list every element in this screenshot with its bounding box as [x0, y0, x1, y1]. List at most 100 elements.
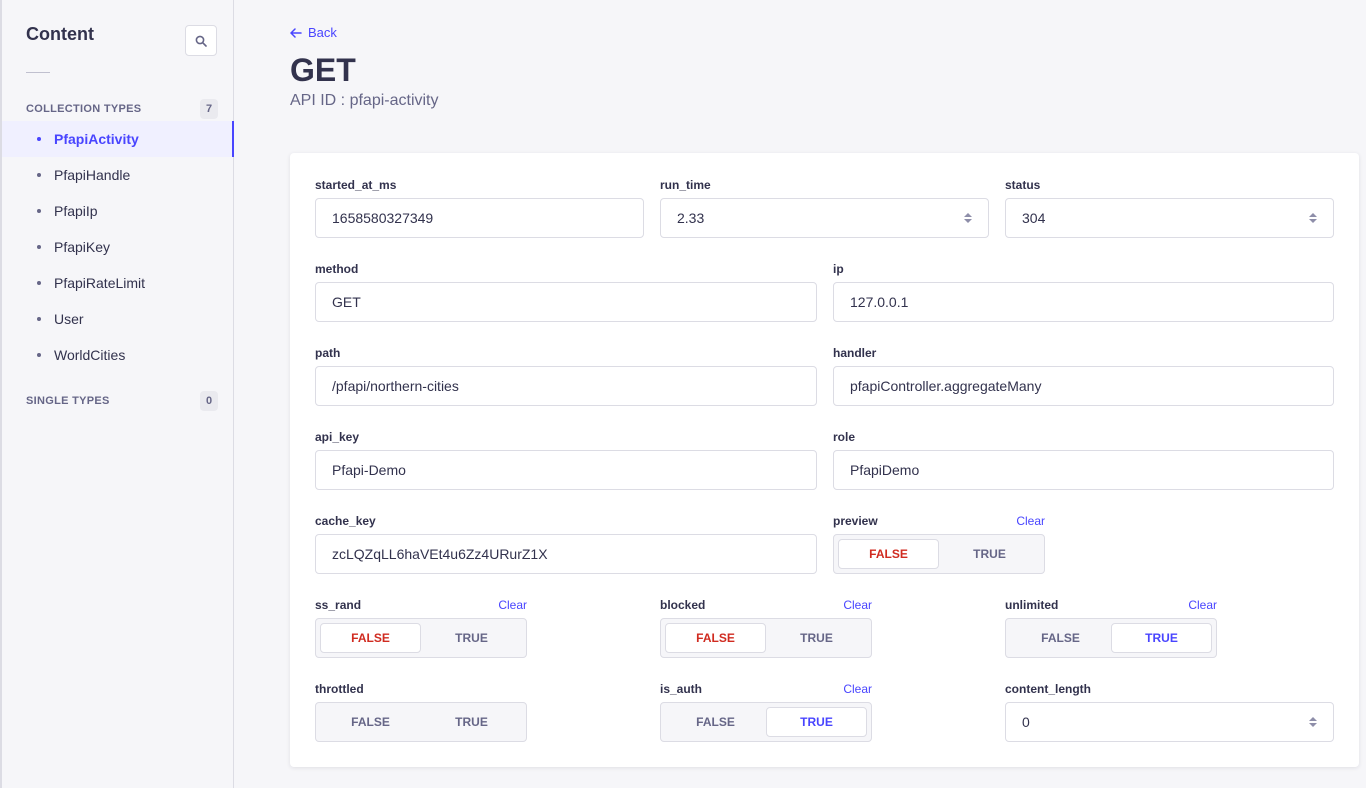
cache-key-input[interactable]: zcLQZqLL6haVEt4u6Zz4URurZ1X	[315, 534, 817, 574]
search-icon	[195, 35, 207, 47]
bullet-icon	[37, 137, 41, 141]
path-input[interactable]: /pfapi/northern-cities	[315, 366, 817, 406]
field-label: method	[315, 262, 359, 276]
field-label: throttled	[315, 682, 364, 696]
sidebar-item-label: PfapiHandle	[54, 167, 131, 183]
field-label: run_time	[660, 178, 711, 192]
single-types-header: SINGLE TYPES 0	[26, 391, 218, 411]
field-is-auth: is_auth Clear FALSE TRUE	[660, 681, 872, 742]
sidebar-divider	[26, 72, 50, 73]
field-handler: handler pfapiController.aggregateMany	[833, 345, 1334, 406]
field-label: blocked Clear	[660, 598, 872, 612]
field-label: role	[833, 430, 856, 444]
status-input[interactable]: 304	[1005, 198, 1334, 238]
throttled-true-option[interactable]: TRUE	[421, 707, 522, 737]
field-label: ip	[833, 262, 844, 276]
page-title: GET	[290, 52, 356, 88]
sidebar-item-pfapi-ip[interactable]: PfapiIp	[2, 193, 234, 229]
throttled-false-option[interactable]: FALSE	[320, 707, 421, 737]
content-length-input[interactable]: 0	[1005, 702, 1334, 742]
bullet-icon	[37, 173, 41, 177]
blocked-false-option[interactable]: FALSE	[665, 623, 766, 653]
sidebar-item-label: WorldCities	[54, 347, 126, 363]
single-types-label: SINGLE TYPES	[26, 395, 110, 407]
method-input[interactable]: GET	[315, 282, 817, 322]
field-label: path	[315, 346, 341, 360]
sidebar-search-button[interactable]	[185, 25, 217, 56]
is-auth-toggle: FALSE TRUE	[660, 702, 872, 742]
ss-rand-toggle: FALSE TRUE	[315, 618, 527, 658]
sidebar-item-label: PfapiActivity	[54, 131, 139, 147]
edit-form-card: started_at_ms 1658580327349 run_time 2.3…	[290, 153, 1359, 767]
field-label: handler	[833, 346, 877, 360]
field-label: api_key	[315, 430, 360, 444]
blocked-true-option[interactable]: TRUE	[766, 623, 867, 653]
field-method: method GET	[315, 261, 817, 322]
field-started-at-ms: started_at_ms 1658580327349	[315, 177, 644, 238]
ss-rand-false-option[interactable]: FALSE	[320, 623, 421, 653]
sidebar-item-pfapi-key[interactable]: PfapiKey	[2, 229, 234, 265]
field-path: path /pfapi/northern-cities	[315, 345, 817, 406]
back-label: Back	[308, 25, 337, 40]
field-label: unlimited Clear	[1005, 598, 1217, 612]
ss-rand-true-option[interactable]: TRUE	[421, 623, 522, 653]
handler-input[interactable]: pfapiController.aggregateMany	[833, 366, 1334, 406]
collection-types-count: 7	[200, 99, 218, 119]
collection-types-label: COLLECTION TYPES	[26, 103, 142, 115]
sidebar-item-user[interactable]: User	[2, 301, 234, 337]
blocked-clear-button[interactable]: Clear	[843, 598, 872, 612]
stepper-icon[interactable]	[964, 213, 972, 223]
is-auth-clear-button[interactable]: Clear	[843, 682, 872, 696]
collection-types-header: COLLECTION TYPES 7	[26, 99, 218, 119]
single-types-count: 0	[200, 391, 218, 411]
field-run-time: run_time 2.33	[660, 177, 989, 238]
sidebar-item-label: PfapiIp	[54, 203, 98, 219]
bullet-icon	[37, 353, 41, 357]
sidebar-title: Content	[26, 24, 94, 44]
sidebar-item-pfapi-activity[interactable]: PfapiActivity	[2, 121, 234, 157]
field-label: preview Clear	[833, 514, 1045, 528]
blocked-toggle: FALSE TRUE	[660, 618, 872, 658]
field-content-length: content_length 0	[1005, 681, 1334, 742]
preview-clear-button[interactable]: Clear	[1016, 514, 1045, 528]
sidebar-item-pfapi-handle[interactable]: PfapiHandle	[2, 157, 234, 193]
unlimited-toggle: FALSE TRUE	[1005, 618, 1217, 658]
throttled-toggle: FALSE TRUE	[315, 702, 527, 742]
role-input[interactable]: PfapiDemo	[833, 450, 1334, 490]
field-unlimited: unlimited Clear FALSE TRUE	[1005, 597, 1217, 658]
unlimited-true-option[interactable]: TRUE	[1111, 623, 1212, 653]
run-time-input[interactable]: 2.33	[660, 198, 989, 238]
field-ip: ip 127.0.0.1	[833, 261, 1334, 322]
back-link[interactable]: Back	[290, 25, 337, 40]
bullet-icon	[37, 209, 41, 213]
field-cache-key: cache_key zcLQZqLL6haVEt4u6Zz4URurZ1X	[315, 513, 817, 574]
api-key-input[interactable]: Pfapi-Demo	[315, 450, 817, 490]
content-sidebar: Content COLLECTION TYPES 7 PfapiActivity…	[0, 0, 234, 788]
field-label: cache_key	[315, 514, 376, 528]
stepper-icon[interactable]	[1309, 213, 1317, 223]
unlimited-clear-button[interactable]: Clear	[1188, 598, 1217, 612]
bullet-icon	[37, 281, 41, 285]
unlimited-false-option[interactable]: FALSE	[1010, 623, 1111, 653]
field-role: role PfapiDemo	[833, 429, 1334, 490]
field-label: started_at_ms	[315, 178, 397, 192]
field-ss-rand: ss_rand Clear FALSE TRUE	[315, 597, 527, 658]
field-api-key: api_key Pfapi-Demo	[315, 429, 817, 490]
stepper-icon[interactable]	[1309, 717, 1317, 727]
is-auth-true-option[interactable]: TRUE	[766, 707, 867, 737]
field-throttled: throttled FALSE TRUE	[315, 681, 527, 742]
ss-rand-clear-button[interactable]: Clear	[498, 598, 527, 612]
ip-input[interactable]: 127.0.0.1	[833, 282, 1334, 322]
field-label: status	[1005, 178, 1041, 192]
field-preview: preview Clear FALSE TRUE	[833, 513, 1045, 574]
field-status: status 304	[1005, 177, 1334, 238]
field-label: ss_rand Clear	[315, 598, 527, 612]
sidebar-item-pfapi-rate-limit[interactable]: PfapiRateLimit	[2, 265, 234, 301]
sidebar-item-label: PfapiKey	[54, 239, 111, 255]
sidebar-item-world-cities[interactable]: WorldCities	[2, 337, 234, 373]
preview-true-option[interactable]: TRUE	[939, 539, 1040, 569]
bullet-icon	[37, 245, 41, 249]
is-auth-false-option[interactable]: FALSE	[665, 707, 766, 737]
preview-false-option[interactable]: FALSE	[838, 539, 939, 569]
started-at-ms-input[interactable]: 1658580327349	[315, 198, 644, 238]
